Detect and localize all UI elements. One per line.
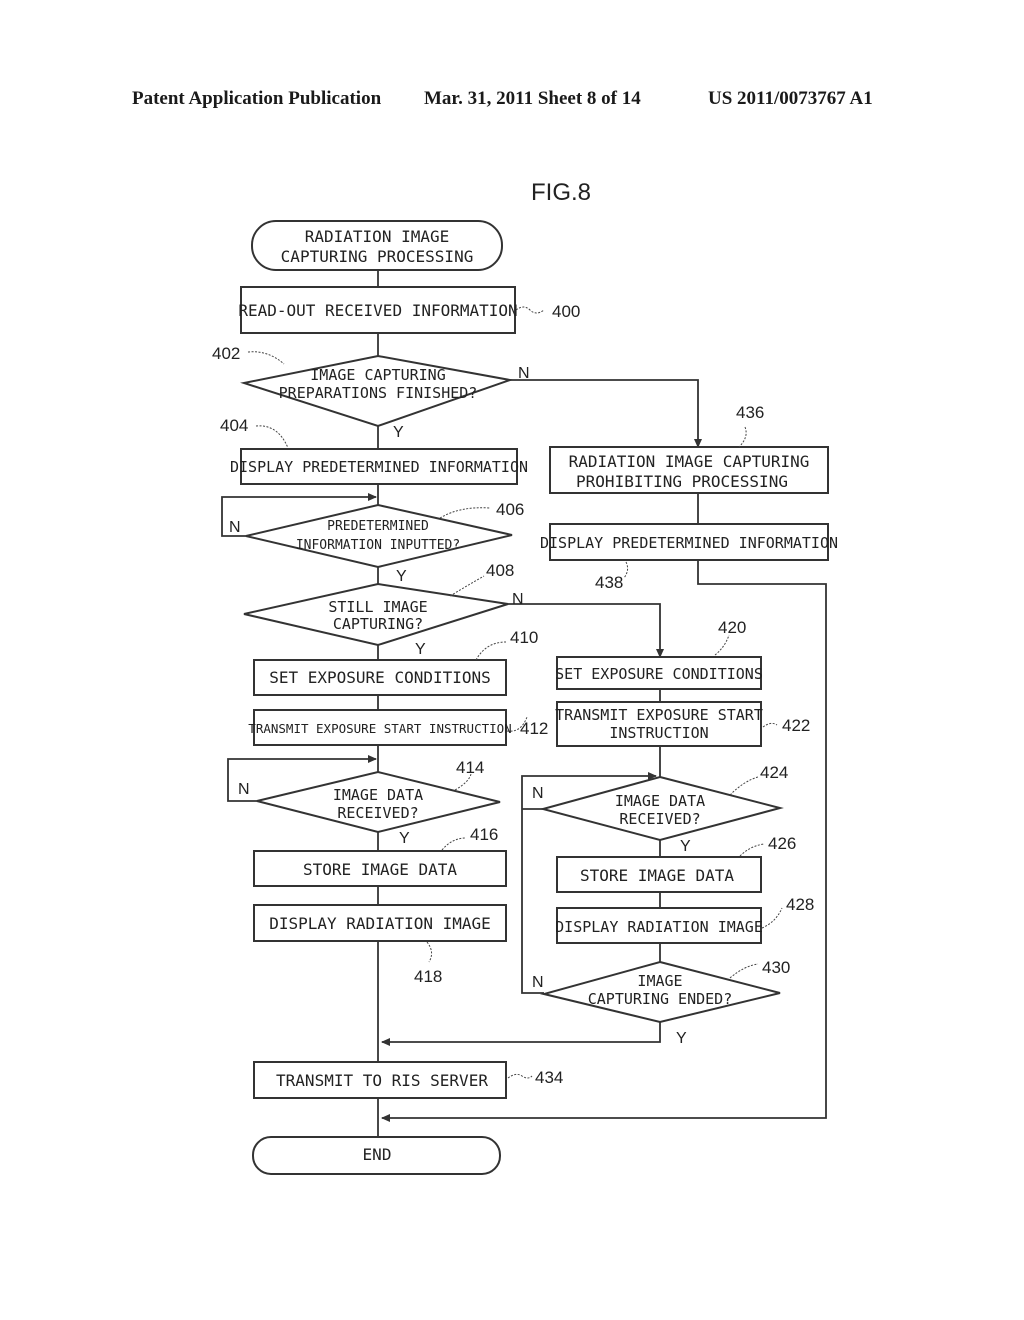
ref-410: 410: [510, 628, 538, 647]
step-436-line2: PROHIBITING PROCESSING: [576, 472, 788, 491]
ref-428: 428: [786, 895, 814, 914]
step-438-text: DISPLAY PREDETERMINED INFORMATION: [540, 534, 838, 552]
decision-430-no-label: N: [532, 974, 544, 991]
step-404-text: DISPLAY PREDETERMINED INFORMATION: [230, 458, 528, 476]
step-416-text: STORE IMAGE DATA: [303, 860, 457, 879]
end-terminal: END: [252, 1136, 501, 1175]
decision-414-line2: RECEIVED?: [337, 804, 418, 822]
decision-414: IMAGE DATA RECEIVED? 414 N Y: [238, 758, 501, 847]
ref-406: 406: [496, 500, 524, 519]
decision-408-yes-label: Y: [415, 641, 426, 658]
decision-406-line2: INFORMATION INPUTTED?: [296, 538, 460, 553]
decision-408-no-label: N: [512, 591, 524, 608]
start-text-line1: RADIATION IMAGE: [305, 227, 450, 246]
step-420-text: SET EXPOSURE CONDITIONS: [555, 665, 763, 683]
end-text: END: [363, 1145, 392, 1164]
step-428: DISPLAY RADIATION IMAGE 428: [555, 895, 814, 944]
decision-424-yes-label: Y: [680, 838, 691, 855]
step-400-text: READ-OUT RECEIVED INFORMATION: [238, 301, 517, 320]
decision-406: PREDETERMINED INFORMATION INPUTTED? 406 …: [229, 500, 524, 585]
ref-424: 424: [760, 763, 788, 782]
step-410-text: SET EXPOSURE CONDITIONS: [269, 668, 491, 687]
decision-414-no-label: N: [238, 781, 250, 798]
ref-412: 412: [520, 719, 548, 738]
step-418: DISPLAY RADIATION IMAGE 418: [253, 904, 507, 986]
step-436-line1: RADIATION IMAGE CAPTURING: [569, 452, 810, 471]
connector-438-end: [381, 560, 827, 1122]
decision-408: STILL IMAGE CAPTURING? 408 N Y: [243, 561, 524, 658]
decision-424-no-label: N: [532, 785, 544, 802]
connector-430-yes-merge: [381, 1022, 661, 1046]
ref-436: 436: [736, 403, 764, 422]
step-418-text: DISPLAY RADIATION IMAGE: [269, 914, 491, 933]
step-416: STORE IMAGE DATA 416: [253, 825, 507, 887]
ref-404: 404: [220, 416, 248, 435]
start-terminal: RADIATION IMAGE CAPTURING PROCESSING: [251, 220, 503, 271]
decision-406-line1: PREDETERMINED: [327, 519, 429, 534]
ref-420: 420: [718, 618, 746, 637]
flowchart: FIG.8 RADIATION IMAGE CAPTURING PROCESSI…: [212, 179, 838, 1175]
decision-424-line1: IMAGE DATA: [615, 792, 705, 810]
decision-414-line1: IMAGE DATA: [333, 786, 423, 804]
step-422-line2: INSTRUCTION: [609, 724, 708, 742]
ref-438: 438: [595, 573, 623, 592]
ref-402: 402: [212, 344, 240, 363]
ref-426: 426: [768, 834, 796, 853]
ref-434: 434: [535, 1068, 563, 1087]
step-422-line1: TRANSMIT EXPOSURE START: [555, 706, 763, 724]
ref-400: 400: [552, 302, 580, 321]
step-400: READ-OUT RECEIVED INFORMATION 400: [238, 286, 580, 334]
step-420: SET EXPOSURE CONDITIONS 420: [555, 618, 763, 690]
step-436: RADIATION IMAGE CAPTURING PROHIBITING PR…: [549, 403, 829, 494]
step-428-text: DISPLAY RADIATION IMAGE: [555, 918, 763, 936]
decision-414-yes-label: Y: [399, 830, 410, 847]
step-422: TRANSMIT EXPOSURE START INSTRUCTION 422: [555, 701, 810, 747]
step-434: TRANSMIT TO RIS SERVER 434: [253, 1061, 563, 1099]
step-412: TRANSMIT EXPOSURE START INSTRUCTION 412: [248, 709, 548, 746]
step-404: DISPLAY PREDETERMINED INFORMATION 404: [220, 416, 528, 485]
ref-418: 418: [414, 967, 442, 986]
decision-406-no-label: N: [229, 519, 241, 536]
decision-402-line1: IMAGE CAPTURING: [310, 366, 445, 384]
decision-402-line2: PREPARATIONS FINISHED?: [279, 384, 478, 402]
decision-402: IMAGE CAPTURING PREPARATIONS FINISHED? 4…: [212, 344, 530, 441]
start-text-line2: CAPTURING PROCESSING: [281, 247, 474, 266]
step-412-text: TRANSMIT EXPOSURE START INSTRUCTION: [248, 721, 511, 736]
ref-422: 422: [782, 716, 810, 735]
step-438: DISPLAY PREDETERMINED INFORMATION 438: [540, 523, 838, 592]
step-426-text: STORE IMAGE DATA: [580, 866, 734, 885]
decision-408-line2: CAPTURING?: [333, 615, 423, 633]
figure-label: FIG.8: [531, 179, 591, 206]
ref-414: 414: [456, 758, 484, 777]
decision-406-yes-label: Y: [396, 568, 407, 585]
decision-402-yes-label: Y: [393, 424, 404, 441]
decision-424-line2: RECEIVED?: [619, 810, 700, 828]
step-426: STORE IMAGE DATA 426: [556, 834, 796, 893]
step-434-text: TRANSMIT TO RIS SERVER: [276, 1071, 488, 1090]
ref-416: 416: [470, 825, 498, 844]
ref-408: 408: [486, 561, 514, 580]
decision-430: IMAGE CAPTURING ENDED? 430 N Y: [532, 958, 790, 1047]
decision-430-line1: IMAGE: [637, 972, 682, 990]
ref-430: 430: [762, 958, 790, 977]
decision-408-line1: STILL IMAGE: [328, 598, 427, 616]
decision-430-line2: CAPTURING ENDED?: [588, 990, 733, 1008]
connector-402-no-436: [510, 379, 702, 448]
decision-430-yes-label: Y: [676, 1030, 687, 1047]
decision-402-no-label: N: [518, 365, 530, 382]
